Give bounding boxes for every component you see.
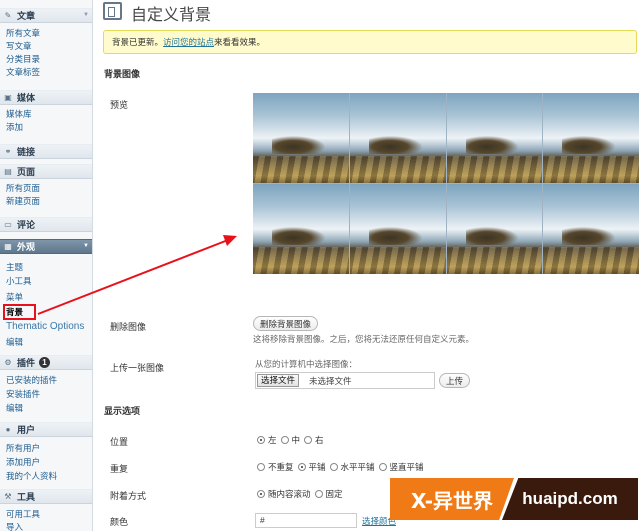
repeat-option-tile-horizontal[interactable]: 水平平铺	[329, 461, 375, 473]
appearance-icon: ▦	[4, 242, 12, 251]
sidebar-item-widgets[interactable]: 小工具	[6, 276, 32, 287]
media-icon: ▣	[4, 93, 12, 102]
radio-button[interactable]	[314, 490, 323, 498]
position-options: 左 中 右	[256, 434, 327, 446]
position-option-left[interactable]: 左	[256, 434, 277, 446]
menu-plugins[interactable]: ⚙ 插件 1	[0, 355, 92, 370]
site-watermark: X-异世界 huaipd.com	[390, 478, 638, 520]
highlight-box	[3, 304, 36, 320]
sidebar-item-import[interactable]: 导入	[6, 522, 23, 531]
radio-button[interactable]	[378, 463, 387, 471]
sidebar-item-write-post[interactable]: 写文章	[6, 41, 32, 52]
comment-icon: ▭	[4, 220, 12, 229]
update-count-badge: 1	[39, 357, 51, 368]
radio-button[interactable]	[297, 463, 306, 471]
chevron-down-icon[interactable]: ▼	[83, 243, 89, 249]
display-options-heading: 显示选项	[104, 406, 141, 416]
tools-icon: ⚒	[4, 492, 12, 501]
preview-tile	[253, 93, 349, 183]
preview-tile	[349, 93, 446, 183]
preview-tile	[253, 184, 349, 274]
sidebar-item-themes[interactable]: 主题	[6, 262, 23, 273]
menu-users[interactable]: ● 用户	[0, 422, 92, 437]
remove-background-button[interactable]: 删除背景图像	[253, 316, 319, 331]
watermark-domain: huaipd.com	[502, 478, 638, 520]
pin-icon: ✎	[4, 11, 12, 20]
sidebar-item-new-page[interactable]: 新建页面	[6, 196, 40, 207]
sidebar-item-all-pages[interactable]: 所有页面	[6, 183, 40, 194]
admin-sidebar: ✎ 文章 ▼ 所有文章 写文章 分类目录 文章标签 ▣ 媒体 媒体库 添加 ⚭ …	[0, 0, 93, 531]
menu-media[interactable]: ▣ 媒体	[0, 90, 92, 105]
sidebar-item-editor[interactable]: 编辑	[6, 337, 23, 348]
user-icon: ●	[5, 425, 11, 434]
plugin-icon: ⚙	[4, 358, 12, 367]
position-label: 位置	[110, 437, 129, 447]
color-label: 颜色	[110, 517, 129, 527]
radio-button[interactable]	[257, 436, 265, 444]
repeat-label: 重复	[110, 464, 129, 474]
upload-image-label: 上传一张图像	[110, 363, 165, 373]
background-preview	[253, 93, 639, 274]
attachment-option-scroll[interactable]: 随内容滚动	[256, 488, 311, 500]
chevron-down-icon[interactable]: ▼	[83, 12, 89, 18]
preview-label: 预览	[110, 100, 129, 110]
preview-tile	[543, 93, 639, 183]
color-input[interactable]: #	[255, 513, 357, 528]
menu-comments[interactable]: ▭ 评论	[0, 217, 92, 232]
attachment-label: 附着方式	[110, 491, 147, 501]
remove-hint: 这将移除背景图像。之后，您将无法还原任何自定义元素。	[253, 334, 475, 344]
remove-image-label: 删除图像	[110, 322, 147, 332]
sidebar-item-plugin-editor[interactable]: 编辑	[6, 403, 23, 414]
radio-button[interactable]	[329, 463, 338, 471]
page-title: 自定义背景	[131, 7, 212, 24]
sidebar-item-installed-plugins[interactable]: 已安装的插件	[6, 375, 57, 386]
file-input[interactable]: 选择文件 未选择文件	[255, 372, 435, 389]
visit-site-link[interactable]: 访问您的站点	[163, 37, 214, 47]
no-file-text: 未选择文件	[309, 376, 352, 386]
sidebar-item-thematic-options[interactable]: Thematic Options	[6, 321, 84, 332]
update-notice: 背景已更新。访问您的站点来看看效果。	[103, 30, 637, 54]
sidebar-item-media-library[interactable]: 媒体库	[6, 109, 32, 120]
menu-pages[interactable]: ▤ 页面	[0, 164, 92, 179]
upload-button[interactable]: 上传	[439, 373, 471, 388]
radio-button[interactable]	[257, 463, 265, 471]
upload-hint: 从您的计算机中选择图像：	[255, 359, 358, 369]
radio-button[interactable]	[257, 490, 265, 498]
sidebar-item-all-users[interactable]: 所有用户	[6, 443, 40, 454]
sidebar-item-all-posts[interactable]: 所有文章	[6, 28, 40, 39]
menu-tools[interactable]: ⚒ 工具	[0, 489, 92, 504]
repeat-options: 不重复 平铺 水平平铺 竖直平铺	[256, 461, 427, 473]
sidebar-item-available-tools[interactable]: 可用工具	[6, 509, 40, 520]
bg-image-section-heading: 背景图像	[104, 69, 141, 79]
preview-tile	[543, 184, 639, 274]
preview-tile	[446, 93, 543, 183]
position-option-right[interactable]: 右	[303, 434, 324, 446]
radio-button[interactable]	[280, 436, 289, 444]
repeat-option-tile[interactable]: 平铺	[297, 461, 326, 473]
link-icon: ⚭	[4, 147, 12, 156]
page-icon: ▤	[4, 167, 12, 176]
menu-appearance[interactable]: ▦ 外观 ▼	[0, 239, 92, 254]
sidebar-item-install-plugins[interactable]: 安装插件	[6, 389, 40, 400]
choose-file-button[interactable]: 选择文件	[257, 374, 300, 387]
attachment-options: 随内容滚动 固定	[256, 488, 346, 500]
sidebar-item-menus[interactable]: 菜单	[6, 292, 23, 303]
position-option-center[interactable]: 中	[280, 434, 300, 446]
repeat-option-no-repeat[interactable]: 不重复	[256, 461, 294, 473]
watermark-brand: X-异世界	[390, 478, 514, 520]
appearance-icon	[103, 2, 122, 20]
sidebar-item-add-user[interactable]: 添加用户	[6, 457, 40, 468]
menu-links[interactable]: ⚭ 链接	[0, 144, 92, 159]
sidebar-item-add-media[interactable]: 添加	[6, 122, 23, 133]
preview-tile	[446, 184, 543, 274]
menu-articles[interactable]: ✎ 文章 ▼	[0, 8, 92, 23]
sidebar-item-categories[interactable]: 分类目录	[6, 54, 40, 65]
preview-tile	[349, 184, 446, 274]
sidebar-item-my-profile[interactable]: 我的个人资料	[6, 471, 57, 482]
sidebar-item-tags[interactable]: 文章标签	[6, 67, 40, 78]
attachment-option-fixed[interactable]: 固定	[314, 488, 343, 500]
radio-button[interactable]	[304, 436, 313, 444]
repeat-option-tile-vertical[interactable]: 竖直平铺	[378, 461, 424, 473]
